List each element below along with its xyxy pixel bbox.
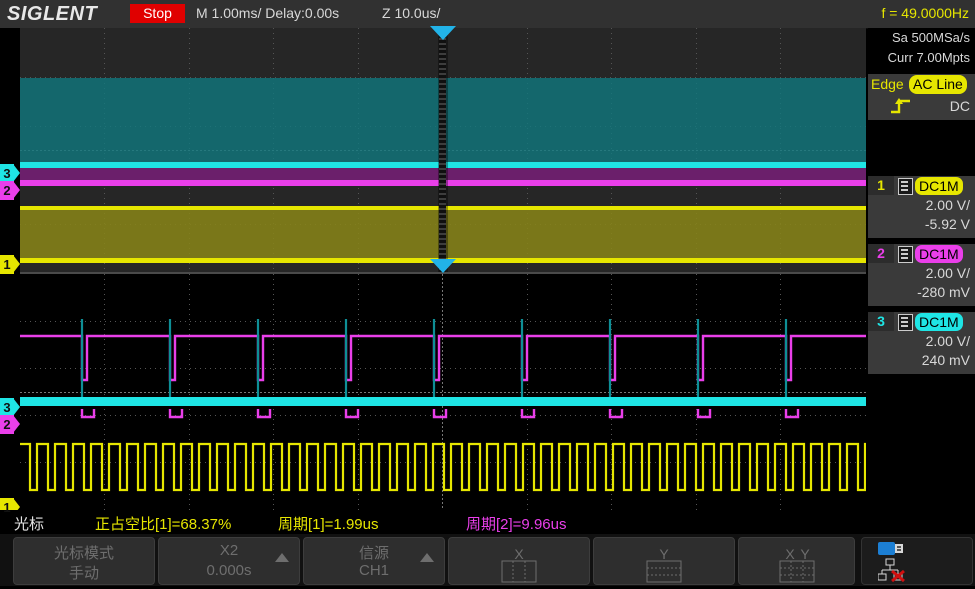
channel-pointer-2-zoom[interactable]: 2 — [0, 415, 20, 434]
channel-block-2[interactable]: 2 DC1M 2.00 V/ -280 mV — [868, 243, 975, 306]
zoom-window[interactable] — [20, 274, 866, 510]
rising-edge-icon — [890, 98, 912, 119]
memory-depth-readout: Curr 7.00Mpts — [868, 48, 975, 68]
measurement-item-period-2: 周期[2]=9.96us — [466, 513, 566, 534]
ch3-baseline-zoom — [20, 397, 866, 406]
zoom-timebase-readout: Z 10.0us/ — [382, 5, 440, 21]
zoom-center-marker[interactable] — [430, 259, 456, 273]
menu-button-source[interactable]: 信源 CH1 — [303, 537, 445, 585]
brand-logo: SIGLENT — [7, 3, 97, 26]
trigger-source-badge[interactable]: AC Line — [909, 75, 967, 94]
frequency-readout: f = 49.0000Hz — [881, 5, 969, 21]
soft-key-menu: 光标模式 手动 X2 0.000s 信源 CH1 X — [0, 534, 975, 586]
ch1-trace-zoom — [20, 444, 866, 490]
channel-block-3[interactable]: 3 DC1M 2.00 V/ 240 mV — [868, 311, 975, 374]
menu-button-line2: 手动 — [14, 562, 154, 583]
svg-text:Y: Y — [800, 546, 810, 562]
sample-rate-readout: Sa 500MSa/s — [868, 28, 975, 48]
status-bar: SIGLENT Stop M 1.00ms/ Delay:0.00s Z 10.… — [0, 0, 975, 29]
waveform-display[interactable] — [20, 28, 866, 510]
run-stop-indicator[interactable]: Stop — [130, 4, 185, 23]
trigger-type-label: Edge — [871, 76, 904, 92]
channel-pointer-label: 2 — [0, 181, 14, 200]
menu-button-cursor-mode[interactable]: 光标模式 手动 — [13, 537, 155, 585]
ch3-spikes-zoom — [82, 319, 786, 402]
status-icon-tray — [861, 537, 973, 585]
channel-scale-3: 2.00 V/ — [926, 333, 970, 349]
trigger-coupling-label: DC — [950, 98, 970, 114]
network-disconnected-icon[interactable] — [878, 558, 908, 587]
ch2-trace-zoom — [20, 336, 866, 380]
bandwidth-icon — [898, 178, 913, 195]
trigger-block[interactable]: Edge AC Line DC — [868, 74, 975, 120]
side-info-panel: Sa 500MSa/s Curr 7.00Mpts Edge AC Line D… — [868, 28, 975, 510]
svg-text:Y: Y — [659, 546, 669, 562]
cursor-y-icon: Y — [629, 546, 699, 589]
oscilloscope-screen: SIGLENT Stop M 1.00ms/ Delay:0.00s Z 10.… — [0, 0, 975, 586]
menu-button-line2: 0.000s — [159, 562, 299, 579]
left-gutter: 3 2 1 3 2 1 — [0, 28, 20, 510]
channel-pointer-2-main[interactable]: 2 — [0, 181, 20, 200]
channel-offset-3: 240 mV — [922, 352, 970, 368]
bandwidth-icon — [898, 314, 913, 331]
channel-offset-1: -5.92 V — [925, 216, 970, 232]
menu-button-line2: CH1 — [304, 562, 444, 579]
menu-button-cursor-x[interactable]: X — [448, 537, 590, 585]
menu-button-line1: 光标模式 — [14, 542, 154, 563]
measurement-item-duty: 正占空比[1]=68.37% — [95, 513, 231, 534]
channel-pointer-label: 1 — [0, 255, 14, 274]
zoom-waveform-traces — [20, 274, 866, 510]
trigger-position-bar[interactable] — [439, 28, 446, 273]
trigger-marker-top[interactable] — [430, 26, 456, 40]
main-timebase-window[interactable] — [20, 28, 866, 273]
channel-pointer-label: 1 — [0, 498, 14, 517]
channel-number-2: 2 — [868, 244, 894, 263]
channel-coupling-3[interactable]: DC1M — [915, 313, 963, 331]
svg-text:X: X — [514, 546, 524, 562]
chevron-up-icon[interactable] — [275, 553, 289, 562]
acquisition-block: Sa 500MSa/s Curr 7.00Mpts — [868, 28, 975, 72]
menu-button-cursor-xy[interactable]: X Y — [738, 537, 855, 585]
channel-coupling-2[interactable]: DC1M — [915, 245, 963, 263]
channel-scale-1: 2.00 V/ — [926, 197, 970, 213]
measurement-bar: 光标 正占空比[1]=68.37% 周期[1]=1.99us 周期[2]=9.9… — [0, 510, 975, 534]
channel-pointer-label: 2 — [0, 415, 14, 434]
svg-text:X: X — [785, 546, 795, 562]
channel-number-1: 1 — [868, 176, 894, 195]
channel-block-1[interactable]: 1 DC1M 2.00 V/ -5.92 V — [868, 175, 975, 238]
channel-pointer-1-main[interactable]: 1 — [0, 255, 20, 274]
channel-coupling-1[interactable]: DC1M — [915, 177, 963, 195]
bandwidth-icon — [898, 246, 913, 263]
cursor-xy-icon: X Y — [762, 546, 832, 589]
cursor-x-icon: X — [484, 546, 554, 589]
measurement-mode-label: 光标 — [14, 513, 44, 534]
timebase-readout: M 1.00ms/ Delay:0.00s — [196, 5, 339, 21]
measurement-item-period-1: 周期[1]=1.99us — [278, 513, 378, 534]
channel-scale-2: 2.00 V/ — [926, 265, 970, 281]
channel-offset-2: -280 mV — [917, 284, 970, 300]
menu-button-x2[interactable]: X2 0.000s — [158, 537, 300, 585]
chevron-up-icon[interactable] — [420, 553, 434, 562]
ch2-sub-pulses-zoom — [82, 409, 798, 417]
channel-number-3: 3 — [868, 312, 894, 331]
menu-button-cursor-y[interactable]: Y — [593, 537, 735, 585]
